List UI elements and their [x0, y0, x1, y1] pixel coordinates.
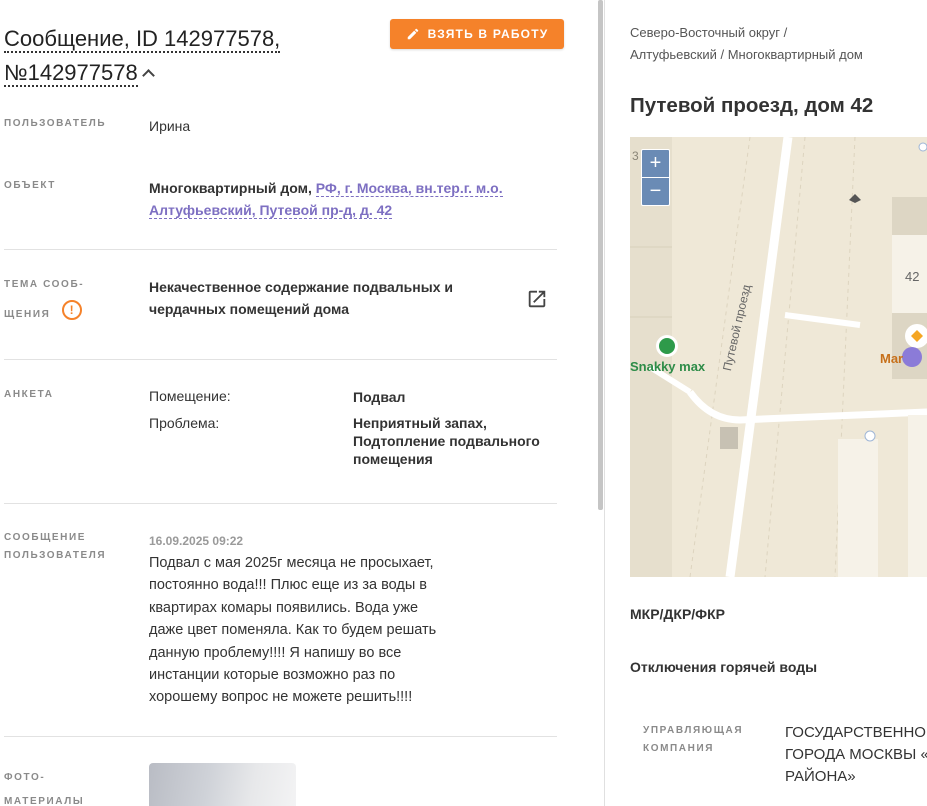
scrollbar[interactable] [598, 0, 603, 510]
zoom-in-button[interactable]: + [642, 150, 669, 177]
take-to-work-label: ВЗЯТЬ В РАБОТУ [427, 27, 549, 41]
object-value: Многоквартирный дом, РФ, г. Москва, вн.т… [149, 177, 503, 221]
map-zoom-control: + − [641, 149, 670, 206]
message-label: СООБЩЕНИЕ ПОЛЬЗОВАТЕЛЯ [4, 529, 106, 565]
management-company-value: ГОСУДАРСТВЕННОЕ ГОРОДА МОСКВЫ «Ж РАЙОНА» [785, 722, 927, 788]
anketa-value-room: Подвал [353, 389, 406, 405]
message-title-line1: Сообщение, ID 142977578, [4, 26, 281, 53]
map-shop-label: Snakky max [630, 359, 706, 374]
divider [4, 736, 557, 737]
zoom-out-button[interactable]: − [642, 177, 669, 204]
message-label-line1: СООБЩЕНИЕ [4, 532, 87, 543]
object-type: Многоквартирный дом, [149, 180, 312, 196]
address-title: Путевой проезд, дом 42 [630, 94, 874, 117]
message-title-line2: №142977578 [4, 60, 138, 87]
warning-icon[interactable]: ! [62, 300, 83, 320]
pencil-icon [407, 28, 418, 40]
collapse-chevron-icon[interactable] [141, 69, 155, 82]
user-label: ПОЛЬЗОВАТЕЛЬ [4, 118, 107, 129]
take-to-work-button[interactable]: ВЗЯТЬ В РАБОТУ [390, 19, 564, 49]
object-address-link-cont[interactable]: Алтуфьевский, Путевой пр-д, д. 42 [149, 202, 393, 219]
map[interactable]: + − 3 Snakky max 42 Mar Путевой проезд [630, 137, 927, 577]
object-label: ОБЪЕКТ [4, 180, 57, 191]
photo-label-line2: МАТЕРИАЛЫ [4, 796, 85, 806]
open-external-icon[interactable] [526, 288, 548, 310]
topic-value-line2: чердачных помещений дома [149, 301, 349, 317]
photo-label: ФОТО- МАТЕРИАЛЫ [4, 766, 84, 806]
message-detail-pane: Сообщение, ID 142977578, №142977578 ВЗЯТ… [0, 0, 598, 806]
topic-value: Некачественное содержание подвальных и ч… [149, 276, 453, 320]
anketa-label: АНКЕТА [4, 389, 54, 400]
user-value: Ирина [149, 118, 191, 134]
breadcrumb-line1: Северо-Восточный округ / [630, 25, 788, 40]
anketa-key-room: Помещение: [149, 388, 231, 404]
breadcrumb: Северо-Восточный округ / Алтуфьевский / … [630, 22, 863, 66]
mc-label-line1: УПРАВЛЯЮЩАЯ [643, 725, 744, 736]
mc-label-line2: КОМПАНИЯ [643, 743, 715, 754]
divider [4, 249, 557, 250]
map-building-number: 42 [905, 269, 920, 284]
breadcrumb-line2: Алтуфьевский / Многоквартирный дом [630, 47, 863, 62]
divider [4, 359, 557, 360]
map-store-label: Mar [880, 351, 904, 366]
object-address-link[interactable]: РФ, г. Москва, вн.тер.г. м.о. [315, 180, 503, 197]
section-hot-water: Отключения горячей воды [630, 659, 818, 675]
anketa-key-problem: Проблема: [149, 415, 220, 431]
topic-label-line1: ТЕМА СООБ- [4, 279, 85, 290]
message-title: Сообщение, ID 142977578, №142977578 [4, 22, 374, 90]
message-date: 16.09.2025 09:22 [149, 534, 244, 548]
mc-value-line2: ГОРОДА МОСКВЫ «Ж [785, 746, 927, 763]
photo-label-line1: ФОТО- [4, 772, 46, 783]
management-company-label: УПРАВЛЯЮЩАЯ КОМПАНИЯ [643, 722, 743, 758]
map-edge-number: 3 [632, 149, 639, 163]
divider [4, 503, 557, 504]
topic-label: ТЕМА СООБ- ЩЕНИЯ! [4, 276, 85, 320]
message-text: Подвал с мая 2025г месяца не просыхает, … [149, 555, 437, 706]
photo-thumbnail[interactable] [149, 763, 296, 806]
section-repair: МКР/ДКР/ФКР [630, 606, 726, 622]
topic-value-line1: Некачественное содержание подвальных и [149, 279, 453, 295]
mc-value-line1: ГОСУДАРСТВЕННОЕ [785, 724, 927, 741]
mc-value-line3: РАЙОНА» [785, 768, 856, 785]
topic-label-line2: ЩЕНИЯ [4, 308, 51, 320]
anketa-value-problem: Неприятный запах, Подтопление подвальног… [353, 415, 540, 467]
location-pane: Северо-Восточный округ / Алтуфьевский / … [605, 0, 927, 806]
message-label-line2: ПОЛЬЗОВАТЕЛЯ [4, 550, 107, 561]
